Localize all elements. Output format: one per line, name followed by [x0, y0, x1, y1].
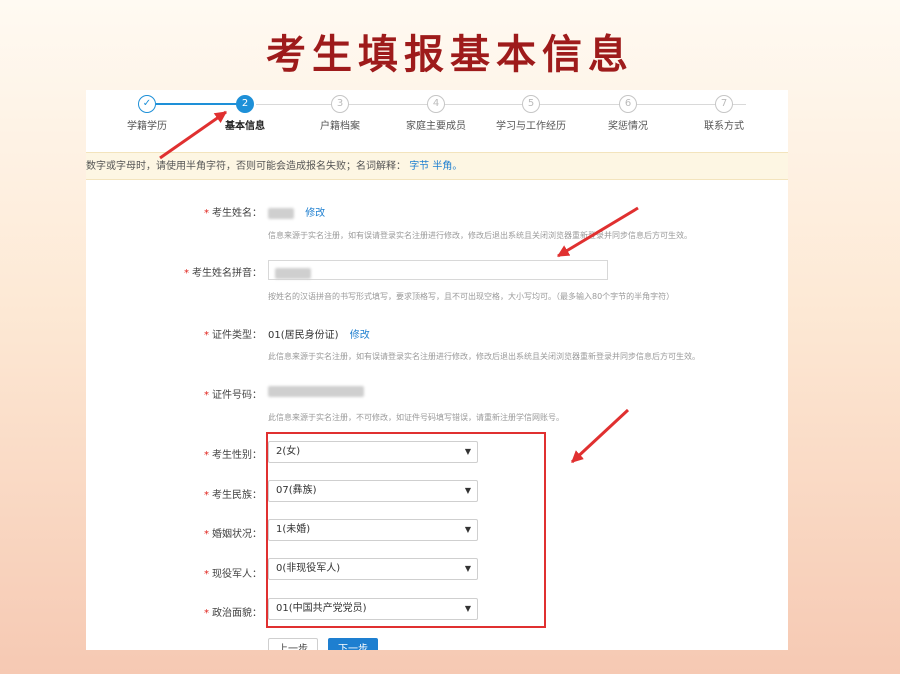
step-3[interactable]: 3 户籍档案 [300, 95, 380, 132]
marital-select[interactable]: 1(未婚) ▼ [268, 519, 478, 541]
step-7-number: 7 [715, 95, 733, 113]
id-number-label: * 证件号码： [204, 390, 262, 401]
military-label: * 现役军人： [204, 569, 262, 580]
name-label: * 考生姓名： [204, 208, 262, 219]
marital-label: * 婚姻状况： [204, 529, 262, 540]
id-number-value [268, 386, 364, 398]
ethnicity-label: * 考生民族： [204, 490, 262, 501]
dropdown-arrow-icon: ▼ [464, 604, 471, 613]
screenshot-panel: ✓ 学籍学历 2 基本信息 3 户籍档案 4 家庭主要成员 5 学习与工作经历 … [86, 90, 788, 650]
id-type-label: * 证件类型： [204, 330, 262, 341]
step-4[interactable]: 4 家庭主要成员 [396, 95, 476, 132]
name-value: 修改 [268, 204, 325, 219]
step-5[interactable]: 5 学习与工作经历 [491, 95, 571, 132]
id-type-hint: 此信息来源于实名注册，如有误请登录实名注册进行修改，修改后退出系统且关闭浏览器重… [268, 352, 700, 361]
step-5-number: 5 [522, 95, 540, 113]
next-button[interactable]: 下一步 [328, 638, 378, 650]
term-link-halfwidth[interactable]: 半角。 [432, 161, 462, 172]
edit-name-link[interactable]: 修改 [305, 208, 325, 219]
step-1[interactable]: ✓ 学籍学历 [107, 95, 187, 132]
slide-title: 考生填报基本信息 [266, 31, 634, 78]
term-link-byte[interactable]: 字节 [409, 161, 429, 172]
step-7-label: 联系方式 [704, 121, 744, 132]
notice-bar: 数字或字母时，请使用半角字符，否则可能会造成报名失败；名词解释： 字节 半角。 [86, 152, 788, 180]
step-6-number: 6 [619, 95, 637, 113]
redacted-name [268, 207, 294, 219]
check-icon: ✓ [138, 95, 156, 113]
step-2-number: 2 [236, 95, 254, 113]
id-type-value: 01(居民身份证) 修改 [268, 330, 370, 341]
name-hint: 信息来源于实名注册，如有误请登录实名注册进行修改，修改后退出系统且关闭浏览器重新… [268, 231, 692, 240]
dropdown-arrow-icon: ▼ [464, 447, 471, 456]
step-3-number: 3 [331, 95, 349, 113]
pinyin-label: * 考生姓名拼音： [184, 268, 262, 279]
step-4-number: 4 [427, 95, 445, 113]
notice-text: 数字或字母时，请使用半角字符，否则可能会造成报名失败；名词解释： [86, 161, 406, 172]
step-4-label: 家庭主要成员 [406, 121, 466, 132]
step-2-label: 基本信息 [225, 121, 265, 132]
step-5-label: 学习与工作经历 [496, 121, 566, 132]
id-number-hint: 此信息来源于实名注册，不可修改，如证件号码填写错误，请重新注册学信网账号。 [268, 413, 564, 422]
redacted-pinyin [275, 268, 311, 279]
pinyin-input[interactable] [268, 260, 608, 280]
dropdown-arrow-icon: ▼ [464, 525, 471, 534]
gender-select[interactable]: 2(女) ▼ [268, 441, 478, 463]
step-6-label: 奖惩情况 [608, 121, 648, 132]
edit-id-type-link[interactable]: 修改 [350, 330, 370, 341]
military-select[interactable]: 0(非现役军人) ▼ [268, 558, 478, 580]
political-select[interactable]: 01(中国共产党党员) ▼ [268, 598, 478, 620]
step-2[interactable]: 2 基本信息 [205, 95, 285, 132]
dropdown-arrow-icon: ▼ [464, 486, 471, 495]
pinyin-hint: 按姓名的汉语拼音的书写形式填写，要求顶格写，且不可出现空格，大小写均可。（最多输… [268, 292, 675, 301]
step-7[interactable]: 7 联系方式 [684, 95, 764, 132]
step-6[interactable]: 6 奖惩情况 [588, 95, 668, 132]
dropdown-arrow-icon: ▼ [464, 564, 471, 573]
step-3-label: 户籍档案 [320, 121, 360, 132]
political-label: * 政治面貌： [204, 608, 262, 619]
step-progress: ✓ 学籍学历 2 基本信息 3 户籍档案 4 家庭主要成员 5 学习与工作经历 … [86, 90, 788, 145]
gender-label: * 考生性别： [204, 450, 262, 461]
prev-button[interactable]: 上一步 [268, 638, 318, 650]
step-1-label: 学籍学历 [127, 121, 167, 132]
redacted-id-number [268, 386, 364, 397]
ethnicity-select[interactable]: 07(彝族) ▼ [268, 480, 478, 502]
